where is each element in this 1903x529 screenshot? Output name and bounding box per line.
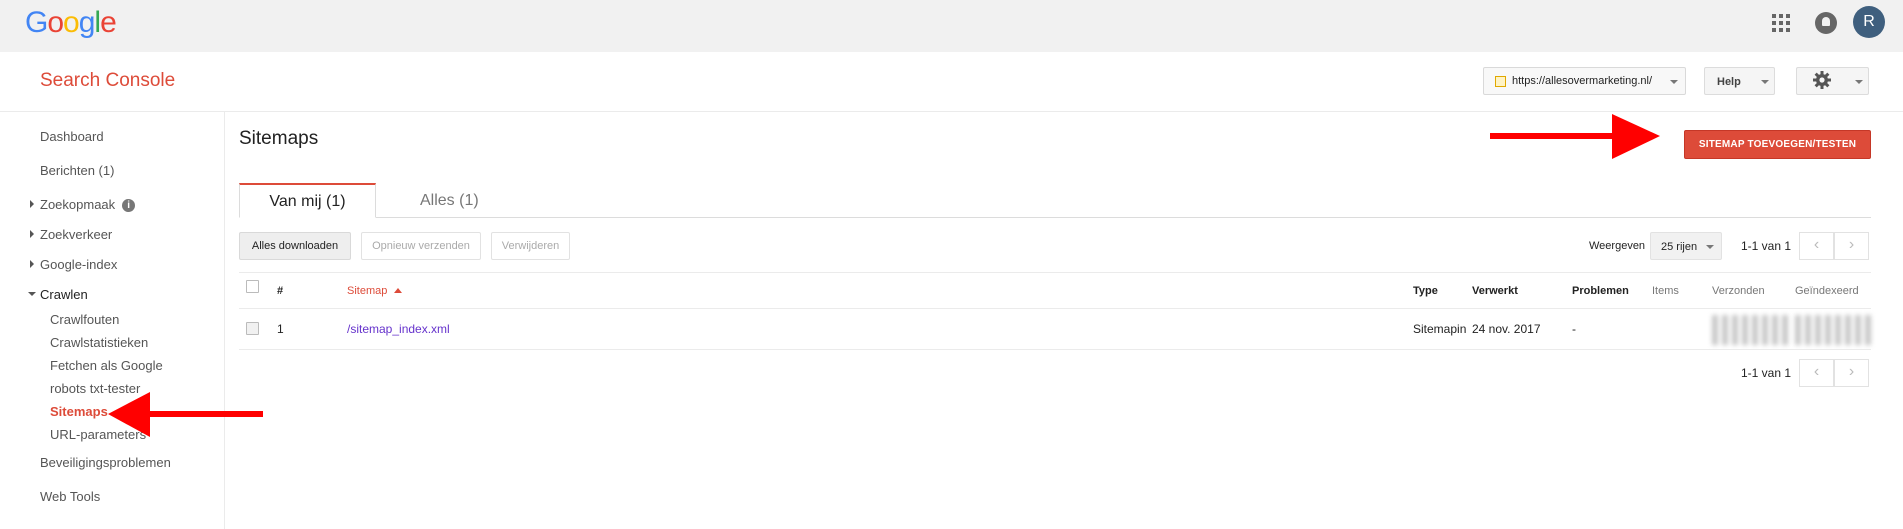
logo-letter: e bbox=[100, 6, 117, 39]
chevron-right-icon: › bbox=[1848, 363, 1855, 380]
chevron-down-icon bbox=[1706, 245, 1714, 249]
red-arrow-right-icon bbox=[1490, 114, 1660, 159]
col-header-indexed: Geïndexeerd bbox=[1795, 285, 1859, 297]
tab-van-mij[interactable]: Van mij (1) bbox=[239, 183, 376, 218]
rows-value: 25 rijen bbox=[1661, 241, 1698, 253]
add-sitemap-button[interactable]: SITEMAP TOEVOEGEN/TESTEN bbox=[1684, 130, 1871, 159]
chevron-right-icon: › bbox=[1848, 236, 1855, 253]
chevron-right-icon bbox=[30, 200, 34, 208]
sidebar-subitem-fetchen[interactable]: Fetchen als Google bbox=[50, 358, 163, 373]
site-favicon-icon bbox=[1495, 76, 1506, 87]
apps-grid-icon[interactable] bbox=[1772, 14, 1790, 32]
next-page-button-bottom[interactable]: › bbox=[1834, 359, 1869, 387]
sidebar-item-web-tools[interactable]: Web Tools bbox=[40, 489, 100, 504]
sidebar-item-label: Zoekopmaak bbox=[40, 197, 116, 212]
red-arrow-left-icon bbox=[108, 392, 263, 437]
sidebar-item-zoekverkeer[interactable]: Zoekverkeer bbox=[40, 227, 112, 242]
pagination-text-bottom: 1-1 van 1 bbox=[1741, 366, 1792, 380]
blurred-submitted-value bbox=[1712, 315, 1792, 345]
help-label: Help bbox=[1717, 76, 1741, 88]
blurred-indexed-value bbox=[1795, 315, 1875, 345]
download-all-button[interactable]: Alles downloaden bbox=[239, 232, 351, 260]
table-header-divider bbox=[239, 308, 1871, 309]
sitemap-link[interactable]: /sitemap_index.xml bbox=[347, 322, 450, 336]
col-header-sitemap[interactable]: Sitemap bbox=[347, 285, 403, 297]
chevron-down-icon bbox=[28, 292, 36, 296]
site-selector[interactable]: https://allesovermarketing.nl/ bbox=[1483, 67, 1686, 95]
col-header-issues[interactable]: Problemen bbox=[1572, 285, 1629, 297]
notification-bell-icon[interactable] bbox=[1815, 12, 1837, 34]
logo-letter: o bbox=[63, 6, 80, 39]
chevron-down-icon bbox=[1670, 80, 1678, 84]
prev-page-button[interactable]: ‹ bbox=[1799, 232, 1834, 260]
rows-per-page-select[interactable]: 25 rijen bbox=[1650, 232, 1722, 260]
table-top-divider bbox=[239, 272, 1871, 273]
row-issues: - bbox=[1572, 322, 1576, 336]
logo-letter: G bbox=[25, 6, 48, 39]
chevron-right-icon bbox=[30, 230, 34, 238]
resubmit-button[interactable]: Opnieuw verzenden bbox=[361, 232, 481, 260]
sidebar-item-zoekopmaak[interactable]: Zoekopmaak i bbox=[40, 197, 136, 212]
sidebar-item-dashboard[interactable]: Dashboard bbox=[40, 129, 104, 144]
google-logo[interactable]: Google bbox=[25, 6, 117, 40]
tab-alles[interactable]: Alles (1) bbox=[420, 192, 479, 210]
logo-letter: o bbox=[47, 6, 64, 39]
tabs-divider bbox=[239, 217, 1871, 218]
row-type: Sitemapin bbox=[1413, 322, 1467, 336]
product-title[interactable]: Search Console bbox=[40, 70, 175, 92]
chevron-right-icon bbox=[30, 260, 34, 268]
sidebar-item-beveiliging[interactable]: Beveiligingsproblemen bbox=[40, 455, 171, 470]
sidebar-item-berichten[interactable]: Berichten (1) bbox=[40, 163, 114, 178]
sidebar-subitem-crawlstatistieken[interactable]: Crawlstatistieken bbox=[50, 335, 148, 350]
pagination-text: 1-1 van 1 bbox=[1741, 239, 1792, 253]
info-icon[interactable]: i bbox=[122, 199, 136, 212]
row-checkbox[interactable] bbox=[246, 322, 259, 335]
chevron-down-icon bbox=[1855, 80, 1863, 84]
sidebar-item-google-index[interactable]: Google-index bbox=[40, 257, 117, 272]
prev-page-button-bottom[interactable]: ‹ bbox=[1799, 359, 1834, 387]
row-processed: 24 nov. 2017 bbox=[1472, 322, 1541, 336]
page-title: Sitemaps bbox=[239, 128, 319, 149]
settings-button[interactable] bbox=[1796, 67, 1869, 95]
google-topbar: Google R bbox=[0, 0, 1903, 52]
col-header-processed[interactable]: Verwerkt bbox=[1472, 285, 1518, 297]
site-url: https://allesovermarketing.nl/ bbox=[1512, 75, 1653, 87]
col-header-items: Items bbox=[1652, 285, 1679, 297]
logo-letter: g bbox=[78, 6, 96, 39]
sidebar-item-crawlen[interactable]: Crawlen bbox=[40, 287, 88, 302]
sort-asc-icon bbox=[394, 288, 403, 293]
sidebar-subitem-sitemaps[interactable]: Sitemaps bbox=[50, 404, 108, 419]
avatar[interactable]: R bbox=[1853, 6, 1885, 38]
chevron-left-icon: ‹ bbox=[1813, 363, 1820, 380]
chevron-down-icon bbox=[1761, 80, 1769, 84]
help-button[interactable]: Help bbox=[1704, 67, 1775, 95]
rows-label: Weergeven bbox=[1589, 240, 1646, 252]
chevron-left-icon: ‹ bbox=[1813, 236, 1820, 253]
sidebar-subitem-crawlfouten[interactable]: Crawlfouten bbox=[50, 312, 119, 327]
col-header-type[interactable]: Type bbox=[1413, 285, 1438, 297]
col-header-submitted: Verzonden bbox=[1712, 285, 1765, 297]
col-header-sitemap-label: Sitemap bbox=[347, 285, 388, 297]
table-bottom-divider bbox=[239, 349, 1871, 350]
select-all-checkbox[interactable] bbox=[246, 280, 259, 293]
next-page-button[interactable]: › bbox=[1834, 232, 1869, 260]
col-header-num: # bbox=[277, 285, 284, 297]
row-num: 1 bbox=[277, 322, 284, 336]
gear-icon bbox=[1813, 71, 1831, 89]
delete-button[interactable]: Verwijderen bbox=[491, 232, 570, 260]
